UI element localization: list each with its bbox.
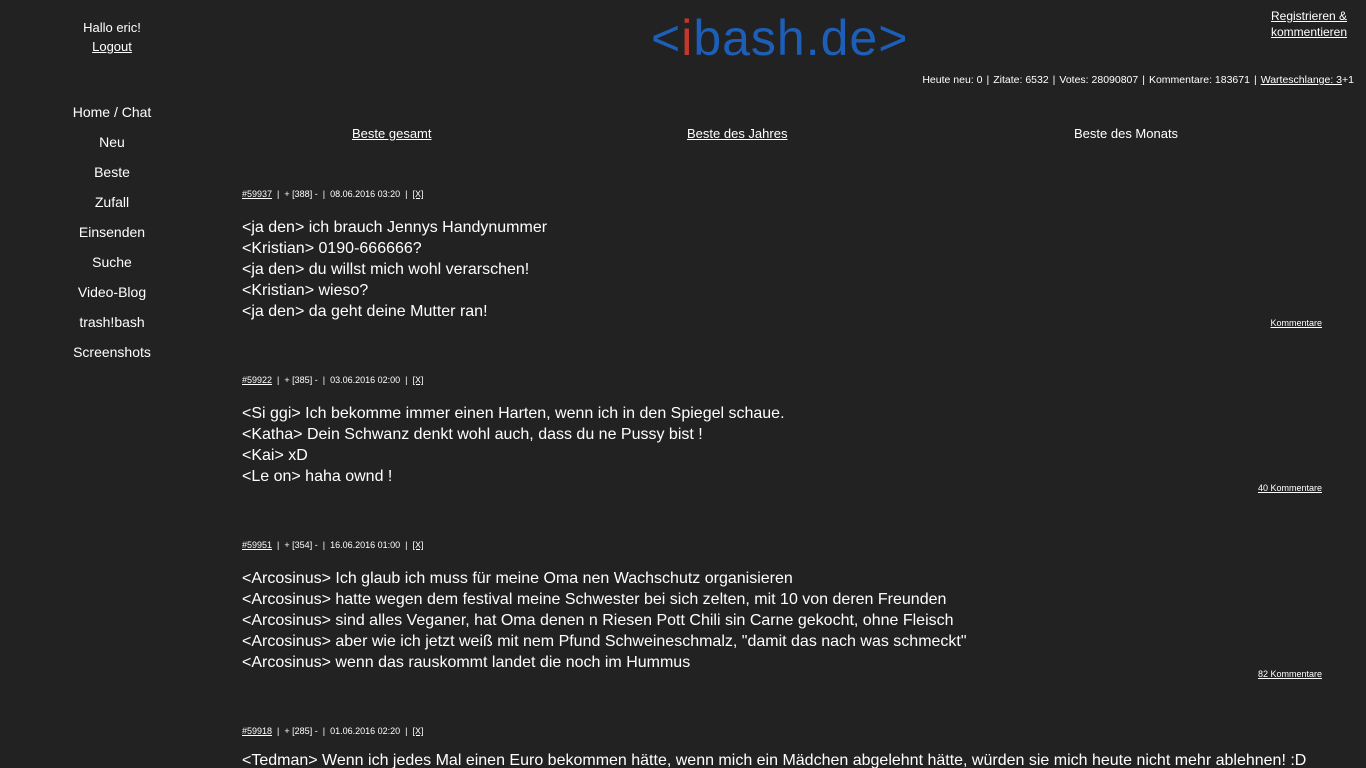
stat-votes: Votes: 28090807 <box>1059 74 1139 86</box>
quote-line: <Arcosinus> wenn das rauskommt landet di… <box>242 654 691 671</box>
register-link-box: Registrieren & kommentieren <box>1264 8 1354 40</box>
comments-link[interactable]: 82 Kommentare <box>1258 669 1322 679</box>
queue-link[interactable]: Warteschlange: 3 <box>1261 74 1342 86</box>
vote-up-button[interactable]: + <box>284 726 289 736</box>
quote-meta: #59918 | + [285] - | 01.06.2016 02:20 | [X] <box>242 726 424 736</box>
quote-date: 08.06.2016 03:20 <box>330 189 401 199</box>
quote-id-link[interactable]: #59951 <box>242 540 272 550</box>
quote-id-link[interactable]: #59918 <box>242 726 272 736</box>
site-stats: Heute neu: 0 | Zitate: 6532 | Votes: 2809080… <box>922 74 1354 86</box>
tab-best-year[interactable]: Beste des Jahres <box>687 126 787 141</box>
report-button[interactable]: [X] <box>412 189 423 199</box>
user-greeting-box: Hallo eric! Logout <box>52 18 172 56</box>
quote-line: <Kai> xD <box>242 447 308 464</box>
logo-i: i <box>681 10 694 66</box>
quote-line: <Tedman> Wenn ich jedes Mal einen Euro b… <box>242 752 1307 768</box>
nav-home-chat[interactable]: Home / Chat <box>52 97 172 127</box>
quote-line: <Si ggi> Ich bekomme immer einen Harten,… <box>242 405 785 422</box>
quote-line: <ja den> du willst mich wohl verarschen! <box>242 261 530 278</box>
quote-text: <Si ggi> Ich bekomme immer einen Harten,… <box>242 403 1322 487</box>
quote-score: [385] <box>292 375 313 385</box>
nav-best[interactable]: Beste <box>52 157 172 187</box>
register-line-2: kommentieren <box>1270 25 1348 39</box>
quote-text: <ja den> ich brauch Jennys Handynummer <… <box>242 217 1322 322</box>
vote-up-button[interactable]: + <box>284 189 289 199</box>
quote-date: 03.06.2016 02:00 <box>330 375 401 385</box>
tab-best-month: Beste des Monats <box>1074 126 1179 141</box>
quote-meta: #59951 | + [354] - | 16.06.2016 01:00 | [X] <box>242 540 424 550</box>
comments-link[interactable]: Kommentare <box>1270 318 1322 328</box>
nav-search[interactable]: Suche <box>52 247 172 277</box>
quote-line: <Arcosinus> aber wie ich jetzt weiß mit … <box>242 633 967 650</box>
quote-date: 01.06.2016 02:20 <box>330 726 401 736</box>
stat-today: Heute neu: 0 <box>922 74 983 86</box>
quote-text: <Arcosinus> Ich glaub ich muss für meine… <box>242 568 1322 673</box>
logo-prefix: < <box>651 10 682 66</box>
nav-new[interactable]: Neu <box>52 127 172 157</box>
nav-submit[interactable]: Einsenden <box>52 217 172 247</box>
logout-link[interactable]: Logout <box>92 39 132 54</box>
quote-item: #59918 | + [285] - | 01.06.2016 02:20 | [X] <T… <box>242 725 1322 768</box>
quote-date: 16.06.2016 01:00 <box>330 540 401 550</box>
quote-meta: #59922 | + [385] - | 03.06.2016 02:00 | [X] <box>242 375 424 385</box>
nav-screenshots[interactable]: Screenshots <box>52 337 172 367</box>
vote-down-button[interactable]: - <box>315 540 318 550</box>
greeting-text: Hallo eric! <box>83 20 141 35</box>
quote-meta: #59937 | + [388] - | 08.06.2016 03:20 | [X] <box>242 189 424 199</box>
quote-item: #59922 | + [385] - | 03.06.2016 02:00 | [X] <S… <box>242 374 1322 493</box>
quote-score: [388] <box>292 189 313 199</box>
quote-text: <Tedman> Wenn ich jedes Mal einen Euro b… <box>242 750 1322 768</box>
quote-line: <Kristian> wieso? <box>242 282 369 299</box>
quote-id-link[interactable]: #59937 <box>242 189 272 199</box>
quote-line: <Arcosinus> hatte wegen dem festival mei… <box>242 591 947 608</box>
stat-comments: Kommentare: 183671 <box>1148 74 1250 86</box>
queue-extra: +1 <box>1342 74 1354 86</box>
logo-rest: bash.de> <box>693 10 909 66</box>
tab-best-overall[interactable]: Beste gesamt <box>352 126 432 141</box>
vote-down-button[interactable]: - <box>315 375 318 385</box>
vote-up-button[interactable]: + <box>284 540 289 550</box>
best-tabs: Beste gesamt Beste des Jahres Beste des … <box>242 126 1322 144</box>
page: Hallo eric! Logout <ibash.de> Registrier… <box>0 0 1366 768</box>
register-line-1: Registrieren & <box>1270 9 1348 23</box>
quote-line: <Katha> Dein Schwanz denkt wohl auch, da… <box>242 426 703 443</box>
nav-trashbash[interactable]: trash!bash <box>52 307 172 337</box>
quote-line: <Kristian> 0190-666666? <box>242 240 422 257</box>
quote-line: <Le on> haha ownd ! <box>242 468 393 485</box>
register-link[interactable]: Registrieren & kommentieren <box>1271 9 1347 39</box>
nav-random[interactable]: Zufall <box>52 187 172 217</box>
nav-video-blog[interactable]: Video-Blog <box>52 277 172 307</box>
vote-down-button[interactable]: - <box>315 726 318 736</box>
quote-line: <ja den> ich brauch Jennys Handynummer <box>242 219 548 236</box>
stat-quotes: Zitate: 6532 <box>993 74 1049 86</box>
report-button[interactable]: [X] <box>412 540 423 550</box>
vote-up-button[interactable]: + <box>284 375 289 385</box>
vote-down-button[interactable]: - <box>315 189 318 199</box>
quote-score: [354] <box>292 540 313 550</box>
quote-line: <ja den> da geht deine Mutter ran! <box>242 303 488 320</box>
quote-line: <Arcosinus> Ich glaub ich muss für meine… <box>242 570 793 587</box>
quote-id-link[interactable]: #59922 <box>242 375 272 385</box>
quote-score: [285] <box>292 726 313 736</box>
report-button[interactable]: [X] <box>412 726 423 736</box>
quote-item: #59951 | + [354] - | 16.06.2016 01:00 | [X] <A… <box>242 539 1322 679</box>
quote-line: <Arcosinus> sind alles Veganer, hat Oma … <box>242 612 954 629</box>
site-logo[interactable]: <ibash.de> <box>651 8 908 68</box>
sidebar-nav: Home / Chat Neu Beste Zufall Einsenden S… <box>52 97 172 367</box>
comments-link[interactable]: 40 Kommentare <box>1258 483 1322 493</box>
quote-item: #59937 | + [388] - | 08.06.2016 03:20 | [X] <j… <box>242 188 1322 328</box>
report-button[interactable]: [X] <box>412 375 423 385</box>
